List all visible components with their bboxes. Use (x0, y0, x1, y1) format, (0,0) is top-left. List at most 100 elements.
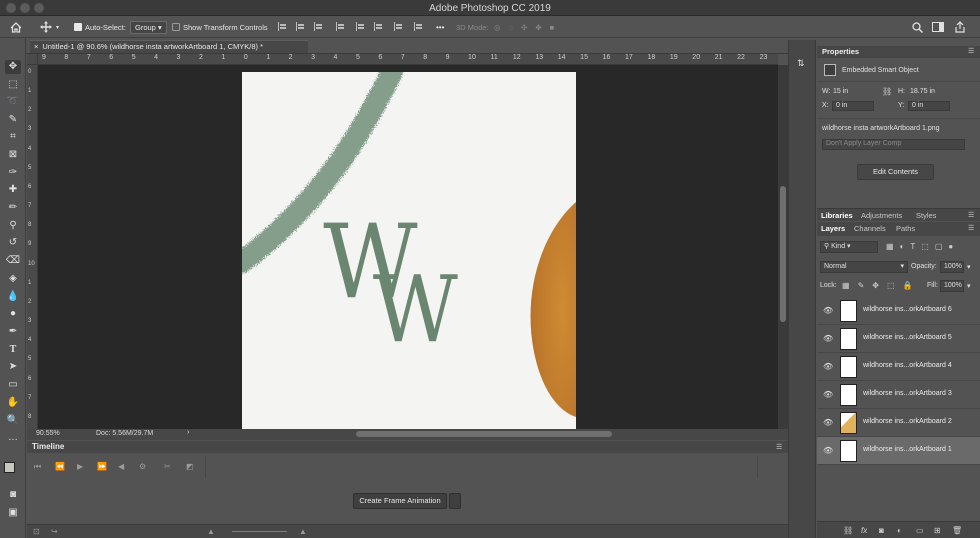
lock-position-icon[interactable]: ✥ (872, 281, 879, 290)
lock-transparent-icon[interactable]: ▦ (842, 281, 850, 290)
rectangle-tool-button[interactable]: ▭ (5, 378, 21, 392)
frame-tool-button[interactable]: ⊠ (5, 148, 21, 162)
chevron-down-icon[interactable]: ▾ (967, 263, 971, 271)
new-layer-icon[interactable]: ⊞ (934, 526, 941, 535)
layer-row[interactable]: 👁 wildhorse ins...orkArtboard 4 (817, 353, 980, 381)
align-bottom-icon[interactable] (374, 22, 383, 31)
settings-icon[interactable]: ⚙ (139, 462, 146, 471)
play-icon[interactable]: ▶ (77, 462, 83, 471)
artboard[interactable]: W W (242, 72, 576, 429)
panel-menu-icon[interactable]: ☰ (968, 211, 974, 219)
layer-row[interactable]: 👁 wildhorse ins...orkArtboard 3 (817, 381, 980, 409)
lock-all-icon[interactable]: 🔒 (903, 281, 913, 290)
share-icon[interactable] (954, 20, 966, 34)
blend-mode-select[interactable]: Normal ▾ (820, 261, 908, 273)
quick-mask-button[interactable]: ◙ (5, 488, 21, 502)
show-transform-checkbox[interactable]: Show Transform Controls (172, 20, 268, 34)
align-left-icon[interactable] (278, 22, 287, 31)
brush-tool-button[interactable]: ✏ (5, 201, 21, 215)
lasso-tool-button[interactable]: ➰ (5, 95, 21, 109)
y-field[interactable]: 0 in (908, 101, 950, 111)
link-icon[interactable]: ⛓ (882, 87, 892, 96)
layer-comp-select[interactable]: Don't Apply Layer Comp (822, 139, 965, 150)
visibility-eye-icon[interactable]: 👁 (823, 362, 833, 371)
transition-icon[interactable]: ◩ (186, 462, 194, 471)
smart-object-filter-icon[interactable]: ▢ (935, 242, 943, 251)
horizontal-scrollbar-thumb[interactable] (356, 431, 612, 437)
hand-tool-button[interactable]: ✋ (5, 396, 21, 410)
chevron-right-icon[interactable]: › (187, 429, 189, 436)
layer-mask-icon[interactable]: ◙ (879, 526, 884, 535)
pixel-filter-icon[interactable]: ▦ (886, 242, 894, 251)
tab-paths[interactable]: Paths (896, 224, 915, 233)
visibility-eye-icon[interactable]: 👁 (823, 446, 833, 455)
lock-artboard-icon[interactable]: ⬚ (887, 281, 895, 290)
align-right-icon[interactable] (314, 22, 323, 31)
adjustment-filter-icon[interactable]: ◐ (900, 242, 905, 251)
blur-tool-button[interactable]: 💧 (5, 290, 21, 304)
zoom-slider[interactable] (232, 531, 287, 532)
render-icon[interactable]: ↪ (51, 527, 58, 536)
quick-select-tool-button[interactable]: ✎ (5, 113, 21, 127)
pen-tool-button[interactable]: ✒ (5, 325, 21, 339)
filter-toggle-icon[interactable]: ● (948, 242, 953, 251)
dodge-tool-button[interactable]: ● (5, 307, 21, 321)
crop-tool-button[interactable]: ⌗ (5, 130, 21, 144)
align-middle-icon[interactable] (356, 22, 365, 31)
tab-layers[interactable]: Layers (821, 224, 845, 233)
auto-select-dropdown[interactable]: Group ▾ (130, 20, 167, 34)
move-tool-button[interactable]: ✥ (5, 60, 21, 74)
move-tool-icon[interactable]: ▾ (40, 20, 59, 34)
screen-mode-button[interactable]: ▣ (5, 506, 21, 520)
lock-paint-icon[interactable]: ✎ (858, 281, 865, 290)
document-tab[interactable]: × Untitled-1 @ 90.6% (wildhorse insta art… (30, 40, 308, 53)
link-layers-icon[interactable]: ⛓ (843, 526, 853, 535)
type-filter-icon[interactable]: T (910, 242, 915, 251)
eyedropper-tool-button[interactable]: ✑ (5, 166, 21, 180)
zoom-in-icon[interactable]: ▲ (299, 527, 307, 536)
panel-menu-icon[interactable]: ☰ (968, 224, 974, 232)
foreground-color-swatch[interactable] (4, 462, 15, 473)
shape-filter-icon[interactable]: ⬚ (921, 242, 929, 251)
opacity-field[interactable]: 100% (940, 261, 964, 273)
fill-field[interactable]: 100% (940, 280, 964, 292)
convert-icon[interactable]: ⊡ (33, 527, 40, 536)
zoom-tool-button[interactable]: 🔍 (5, 414, 21, 428)
history-icon[interactable]: ⇅ (797, 58, 805, 69)
tab-styles[interactable]: Styles (916, 211, 936, 220)
edit-contents-button[interactable]: Edit Contents (857, 164, 934, 180)
zoom-level[interactable]: 90.55% (36, 430, 60, 437)
x-field[interactable]: 0 in (832, 101, 874, 111)
visibility-eye-icon[interactable]: 👁 (823, 306, 833, 315)
healing-tool-button[interactable]: ✚ (5, 183, 21, 197)
panel-menu-icon[interactable]: ☰ (968, 47, 974, 55)
visibility-eye-icon[interactable]: 👁 (823, 390, 833, 399)
panel-menu-icon[interactable]: ☰ (776, 443, 782, 451)
layer-row[interactable]: 👁 wildhorse ins...orkArtboard 6 (817, 297, 980, 325)
delete-layer-icon[interactable]: 🗑 (952, 526, 962, 535)
more-options-button[interactable]: ••• (436, 20, 444, 34)
close-tab-icon[interactable]: × (34, 42, 38, 51)
vertical-scrollbar-thumb[interactable] (780, 186, 786, 322)
distribute-2-icon[interactable] (414, 22, 423, 31)
visibility-eye-icon[interactable]: 👁 (823, 334, 833, 343)
zoom-out-icon[interactable]: ▲ (207, 527, 215, 536)
create-frame-animation-button[interactable]: Create Frame Animation (353, 493, 447, 509)
marquee-tool-button[interactable]: ⬚ (5, 78, 21, 92)
chevron-down-icon[interactable]: ▾ (967, 282, 971, 290)
search-icon[interactable] (912, 20, 923, 34)
split-icon[interactable]: ✂ (164, 462, 171, 471)
tab-libraries[interactable]: Libraries (821, 211, 853, 220)
layer-row[interactable]: 👁 wildhorse ins...orkArtboard 2 (817, 409, 980, 437)
new-group-icon[interactable]: ▭ (916, 526, 924, 535)
stamp-tool-button[interactable]: ⚲ (5, 219, 21, 233)
align-center-icon[interactable] (296, 22, 305, 31)
layer-style-icon[interactable]: fx (861, 526, 867, 535)
width-value[interactable]: 15 in (833, 88, 848, 95)
paint-bucket-tool-button[interactable]: ◈ (5, 272, 21, 286)
audio-icon[interactable]: ◀ (118, 462, 124, 471)
visibility-eye-icon[interactable]: 👁 (823, 418, 833, 427)
ruler-origin[interactable] (27, 54, 38, 65)
history-brush-tool-button[interactable]: ↺ (5, 236, 21, 250)
layer-row[interactable]: 👁 wildhorse ins...orkArtboard 1 (817, 437, 980, 465)
